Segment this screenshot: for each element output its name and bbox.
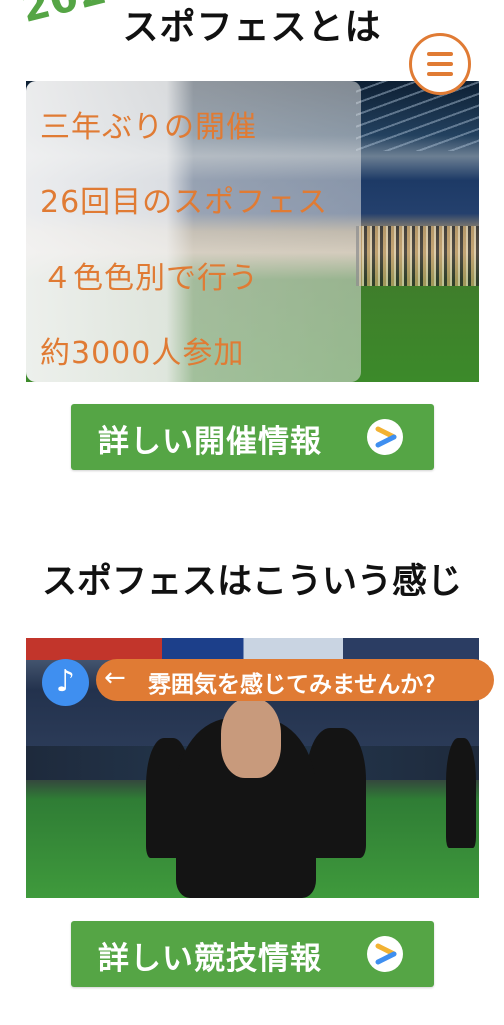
- section-title-feel: スポフェスはこういう感じ: [41, 562, 462, 602]
- info-line: 約3000人参加: [40, 336, 245, 371]
- about-info-panel: 三年ぶりの開催 26回目のスポフェス ４色色別で行う 約3000人参加: [26, 81, 361, 382]
- menu-bar: [427, 52, 453, 56]
- hint-text: 雰囲気を感じてみませんか？: [148, 672, 447, 698]
- dancer-face: [221, 698, 281, 778]
- competition-details-button[interactable]: 詳しい競技情報: [71, 921, 434, 987]
- info-line: 26回目のスポフェス: [40, 185, 329, 220]
- event-details-button[interactable]: 詳しい開催情報: [71, 404, 434, 470]
- info-line: ４色色別で行う: [42, 261, 259, 296]
- menu-bar: [427, 72, 453, 76]
- competition-details-label: 詳しい競技情報: [98, 941, 322, 977]
- menu-bar: [427, 62, 453, 66]
- event-details-label: 詳しい開催情報: [98, 424, 322, 460]
- stadium-ad-strip: [26, 638, 479, 660]
- info-line: 三年ぶりの開催: [40, 110, 257, 145]
- chevron-right-icon: [367, 419, 403, 455]
- dancer-figure: [446, 738, 476, 848]
- stadium-crowd: [356, 226, 479, 286]
- stadium-roof: [356, 81, 479, 151]
- hint-bubble: ← 雰囲気を感じてみませんか？: [96, 659, 494, 701]
- chevron-right-icon: [367, 936, 403, 972]
- hamburger-menu-button[interactable]: [409, 33, 471, 95]
- music-note-icon[interactable]: ♪: [42, 659, 89, 706]
- arrow-left-icon: ←: [104, 663, 126, 693]
